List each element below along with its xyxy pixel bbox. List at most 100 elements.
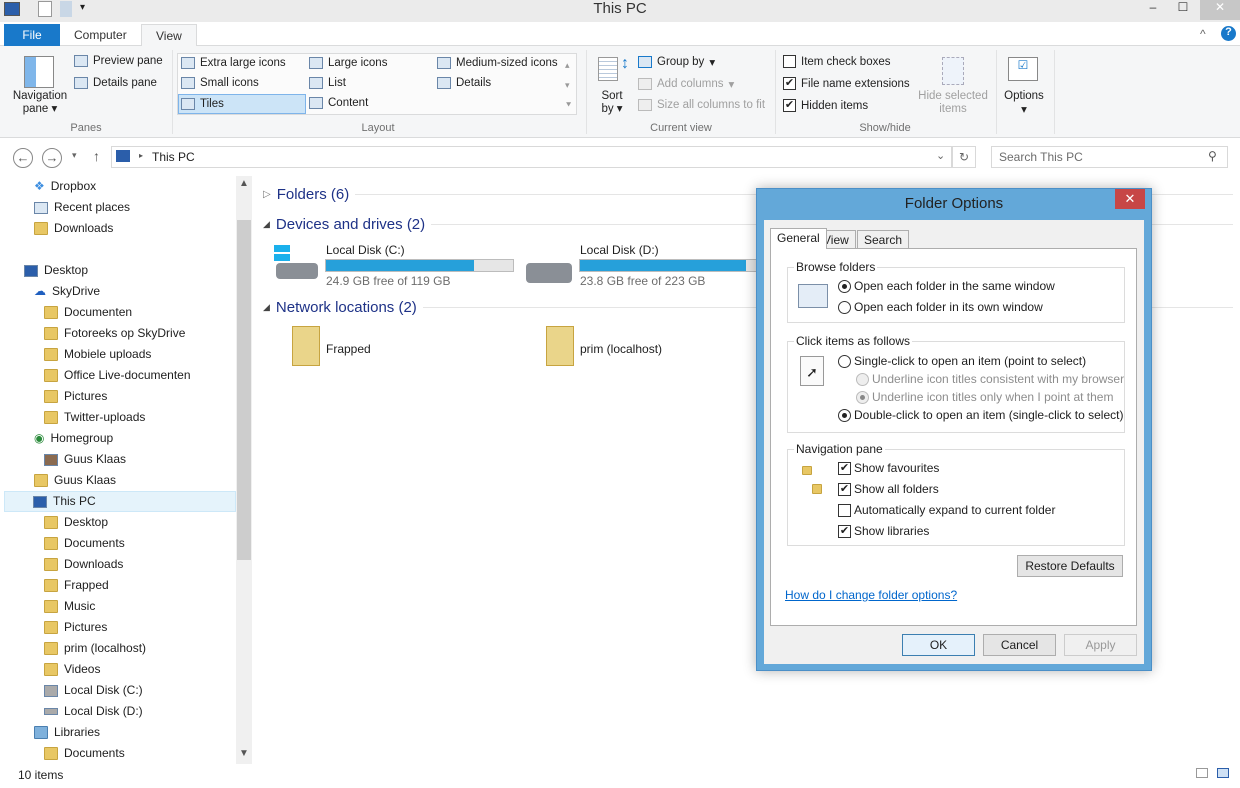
nav-item-downloads[interactable]: Downloads [34,218,113,239]
nav-item-pc-documents[interactable]: Documents [44,533,125,554]
nav-item-recent-places[interactable]: Recent places [34,197,130,218]
layout-small-icons[interactable]: Small icons [181,77,259,89]
apply-button[interactable]: Apply [1064,634,1137,656]
nav-item-homegroup[interactable]: ◉ Homegroup [34,428,113,449]
dialog-tab-general[interactable]: General [770,228,827,249]
forward-button[interactable]: → [42,148,62,168]
nav-item-homegroup-user[interactable]: Guus Klaas [44,449,126,470]
nav-item-prim[interactable]: prim (localhost) [44,638,146,659]
tab-computer[interactable]: Computer [60,24,141,46]
checkbox-show-all-folders[interactable]: ✔ Show all folders [838,482,939,496]
recent-locations-dropdown[interactable]: ▾ [72,150,77,161]
network-item-prim[interactable]: prim (localhost) [580,342,662,356]
nav-item-pc-pictures[interactable]: Pictures [44,617,107,638]
folder-options-dialog: Folder Options ✕ General View Search Bro… [756,188,1152,671]
group-label-panes: Panes [70,122,102,134]
nav-item-user[interactable]: Guus Klaas [34,470,116,491]
radio-underline-browser[interactable]: Underline icon titles consistent with my… [856,372,1124,386]
layout-tiles[interactable]: Tiles [178,94,306,114]
nav-item-documenten[interactable]: Documenten [44,302,132,323]
back-button[interactable]: ← [13,148,33,168]
drive-d-name[interactable]: Local Disk (D:) [580,243,659,257]
checkbox-auto-expand[interactable]: Automatically expand to current folder [838,503,1055,517]
sort-by-button[interactable]: Sort by ▾ [600,90,624,116]
up-button[interactable]: ↑ [93,148,100,164]
drive-c-name[interactable]: Local Disk (C:) [326,243,405,257]
nav-item-pc-downloads[interactable]: Downloads [44,554,123,575]
hidden-items-checkbox[interactable]: ✔ Hidden items [783,99,868,112]
hide-selected-items-button[interactable]: Hide selected items [914,90,992,116]
breadcrumb-chevron-icon[interactable]: ▸ [139,151,143,160]
nav-item-dropbox[interactable]: ❖ Dropbox [34,176,96,197]
details-pane-button[interactable]: Details pane [74,77,157,89]
nav-item-office-live[interactable]: Office Live-documenten [44,365,191,386]
nav-item-videos[interactable]: Videos [44,659,100,680]
address-bar[interactable] [111,146,952,168]
cancel-button[interactable]: Cancel [983,634,1056,656]
refresh-button[interactable]: ↻ [952,146,976,168]
nav-item-desktop[interactable]: Desktop [24,260,88,281]
restore-defaults-button[interactable]: Restore Defaults [1017,555,1123,577]
options-button[interactable]: Options ▾ [1002,90,1046,116]
layout-medium-icons[interactable]: Medium-sized icons [437,57,558,69]
ok-button[interactable]: OK [902,634,975,656]
tab-view[interactable]: View [141,24,197,47]
nav-item-libraries[interactable]: Libraries [34,722,100,743]
layout-large-icons[interactable]: Large icons [309,57,387,69]
details-view-icon[interactable] [1196,768,1208,778]
scroll-down-icon[interactable]: ▼ [239,748,249,759]
layout-list[interactable]: List [309,77,346,89]
nav-item-pictures[interactable]: Pictures [44,386,107,407]
nav-item-lib-documents[interactable]: Documents [44,743,125,764]
navigation-pane-button[interactable]: Navigation pane ▾ [10,90,70,116]
search-input[interactable]: Search This PC [991,146,1228,168]
layout-content[interactable]: Content [309,97,368,109]
file-name-extensions-checkbox[interactable]: ✔ File name extensions [783,77,910,90]
radio-own-window[interactable]: Open each folder in its own window [838,300,1043,314]
browse-folders-icon [798,284,828,308]
help-link[interactable]: How do I change folder options? [785,588,957,602]
layout-extra-large-icons[interactable]: Extra large icons [181,57,286,69]
nav-item-music[interactable]: Music [44,596,95,617]
dialog-close-button[interactable]: ✕ [1115,189,1145,209]
help-icon[interactable]: ? [1221,26,1236,41]
network-item-frapped[interactable]: Frapped [326,342,371,356]
address-dropdown-icon[interactable]: ⌄ [936,149,945,162]
preview-pane-button[interactable]: Preview pane [74,55,163,67]
add-columns-button[interactable]: Add columns ▾ [638,77,734,91]
close-button[interactable]: ✕ [1200,0,1240,20]
checkbox-show-favourites[interactable]: ✔ Show favourites [838,461,939,475]
minimize-button[interactable]: – [1140,0,1166,20]
maximize-button[interactable]: ☐ [1170,0,1196,20]
radio-underline-point[interactable]: Underline icon titles only when I point … [856,390,1113,404]
radio-double-click[interactable]: Double-click to open an item (single-cli… [838,408,1123,422]
dialog-tab-search[interactable]: Search [857,230,910,249]
click-cursor-icon: ➚ [800,356,824,386]
nav-item-this-pc[interactable]: This PC [4,491,236,512]
group-by-button[interactable]: Group by ▾ [638,55,715,69]
gallery-scroll[interactable]: ▴ ▾ ⯆ [565,55,572,115]
nav-item-pc-desktop[interactable]: Desktop [44,512,108,533]
nav-item-skydrive[interactable]: ☁ SkyDrive [34,281,100,302]
radio-same-window[interactable]: Open each folder in the same window [838,279,1055,293]
nav-item-mobiele-uploads[interactable]: Mobiele uploads [44,344,151,365]
nav-item-frapped[interactable]: Frapped [44,575,109,596]
drive-d-free: 23.8 GB free of 223 GB [580,274,706,288]
nav-item-fotoreeks[interactable]: Fotoreeks op SkyDrive [44,323,185,344]
large-icons-view-icon[interactable] [1217,768,1229,778]
nav-item-local-disk-d[interactable]: Local Disk (D:) [44,701,143,722]
collapse-ribbon-icon[interactable]: ^ [1200,27,1206,41]
nav-item-twitter-uploads[interactable]: Twitter-uploads [44,407,145,428]
navigation-pane: ❖ Dropbox Recent places Downloads Desktop… [0,176,236,764]
size-columns-button[interactable]: Size all columns to fit [638,99,765,111]
item-check-boxes-checkbox[interactable]: Item check boxes [783,55,890,68]
nav-item-local-disk-c[interactable]: Local Disk (C:) [44,680,143,701]
tab-file[interactable]: File [4,24,60,46]
checkbox-show-libraries[interactable]: ✔ Show libraries [838,524,929,538]
scrollbar-thumb[interactable] [237,220,251,560]
breadcrumb-this-pc[interactable]: This PC [152,150,195,164]
group-label-current-view: Current view [650,122,712,134]
layout-details[interactable]: Details [437,77,491,89]
radio-single-click[interactable]: Single-click to open an item (point to s… [838,354,1086,368]
scroll-up-icon[interactable]: ▲ [239,178,249,189]
